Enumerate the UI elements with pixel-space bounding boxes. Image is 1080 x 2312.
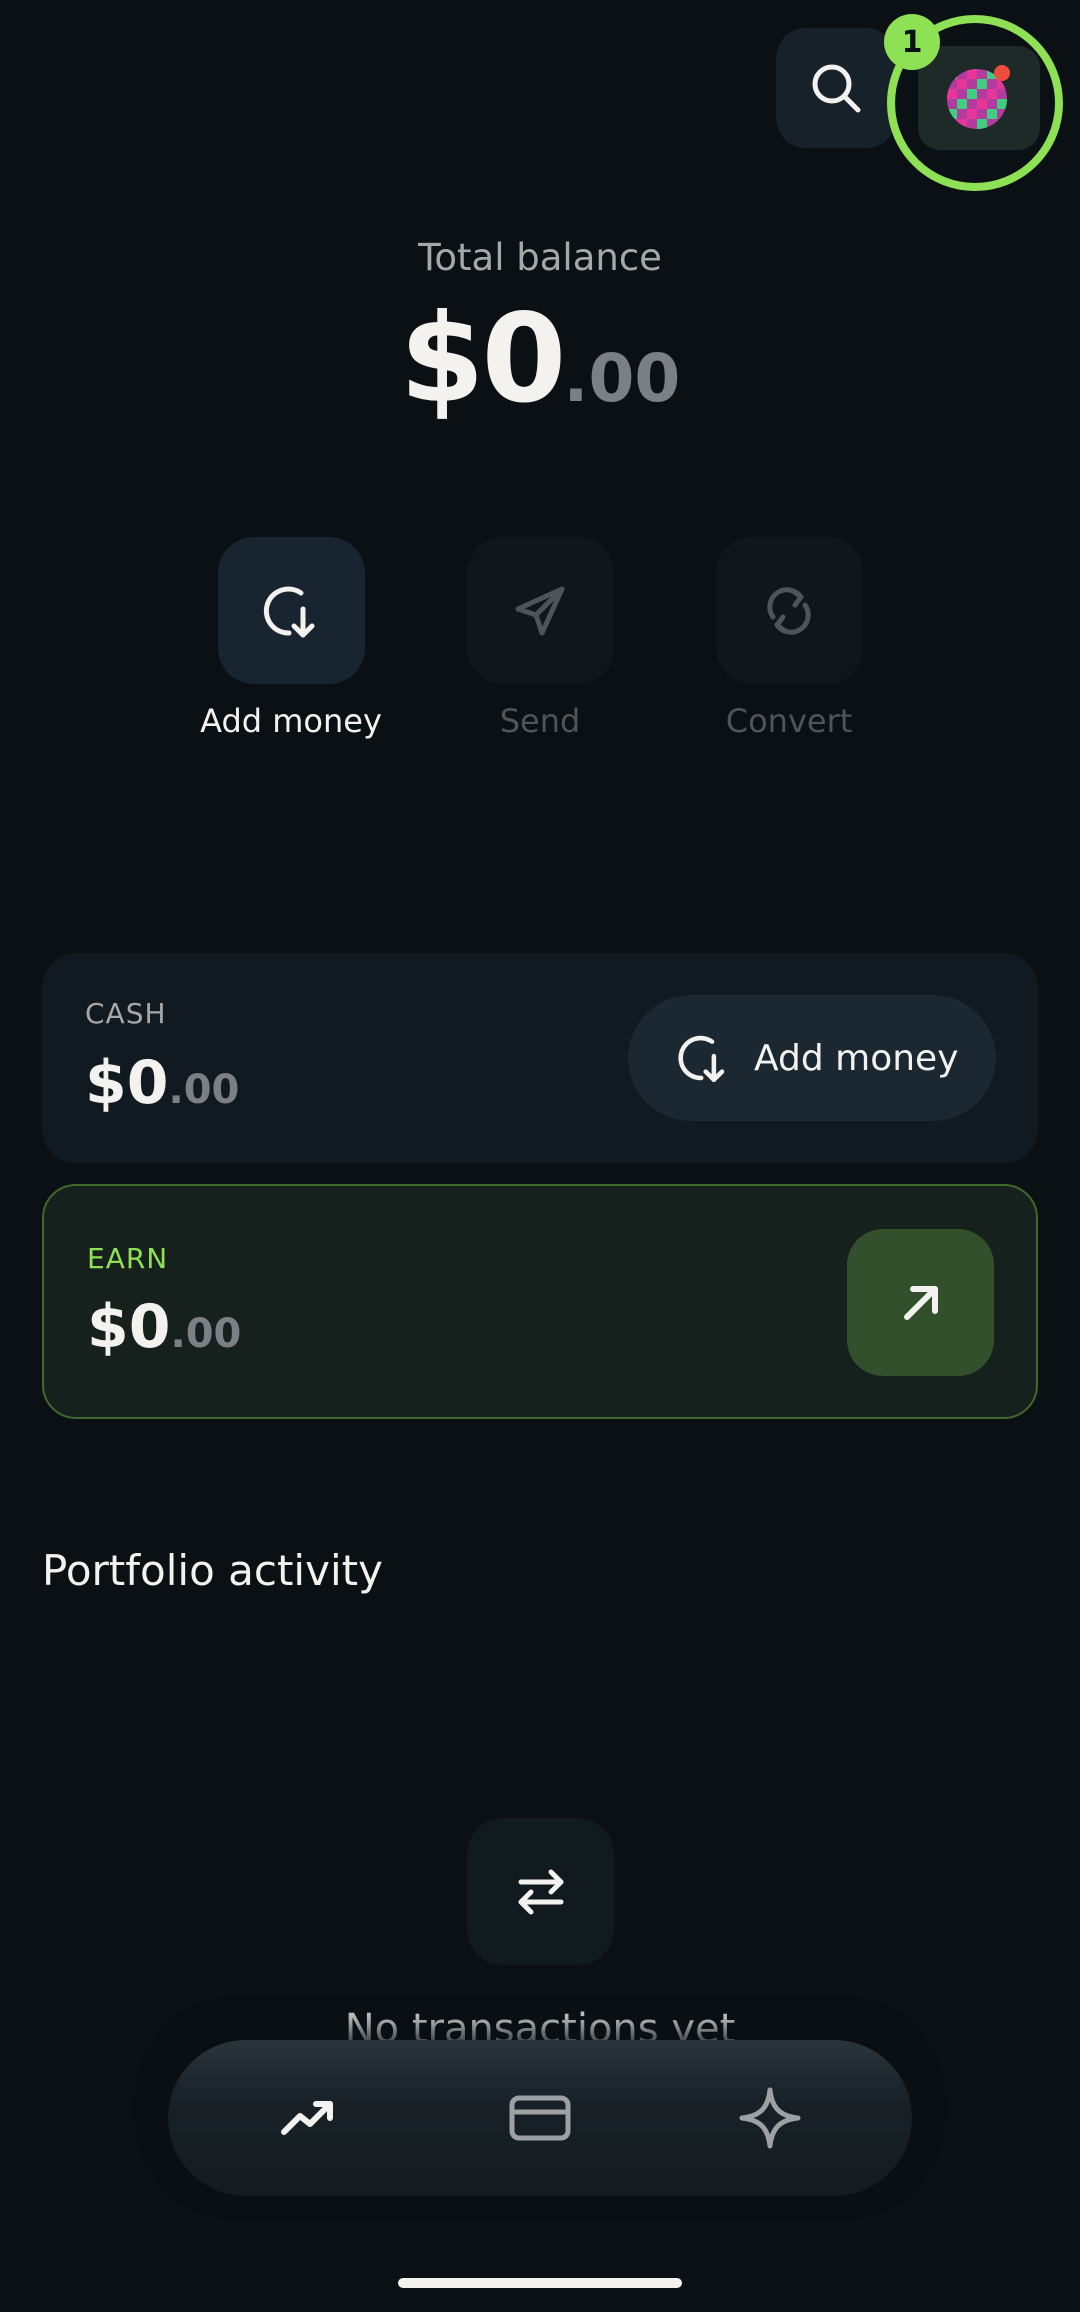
cash-add-money-button[interactable]: Add money xyxy=(628,995,996,1121)
send-action-tile[interactable] xyxy=(466,537,614,684)
earn-open-button[interactable] xyxy=(847,1229,994,1376)
notification-badge: 1 xyxy=(884,14,940,70)
trending-icon xyxy=(281,2101,333,2135)
send-action-label: Send xyxy=(499,702,581,740)
send-action[interactable]: Send xyxy=(430,537,650,740)
bottom-nav xyxy=(168,2040,912,2196)
portfolio-activity-title: Portfolio activity xyxy=(42,1546,383,1595)
earn-amount: $0.00 xyxy=(87,1292,241,1362)
empty-state-tile xyxy=(467,1818,614,1965)
earn-amount-cents: .00 xyxy=(170,1311,242,1357)
arrow-up-right-icon xyxy=(903,1285,938,1320)
cash-card[interactable]: CASH $0.00 Add money xyxy=(42,953,1038,1163)
balance-main: $0 xyxy=(399,288,567,430)
add-money-icon xyxy=(263,586,315,637)
convert-action-label: Convert xyxy=(725,702,853,740)
send-icon xyxy=(515,586,565,635)
add-money-action-label: Add money xyxy=(200,702,382,740)
balance-cents: .00 xyxy=(563,340,681,417)
cash-amount-main: $0 xyxy=(85,1048,169,1118)
search-button[interactable] xyxy=(776,28,896,148)
card-icon xyxy=(509,2095,571,2141)
convert-icon xyxy=(767,586,811,635)
total-balance-amount: $0.00 xyxy=(0,288,1080,430)
earn-label: EARN xyxy=(87,1242,169,1275)
home-indicator xyxy=(398,2278,682,2288)
earn-amount-main: $0 xyxy=(87,1292,171,1362)
add-money-icon xyxy=(678,1035,725,1083)
add-money-action-tile[interactable] xyxy=(217,537,365,684)
cash-add-money-label: Add money xyxy=(754,1037,959,1079)
cash-amount: $0.00 xyxy=(85,1048,239,1118)
nav-item-portfolio[interactable] xyxy=(268,2078,348,2158)
cash-amount-cents: .00 xyxy=(168,1067,240,1113)
convert-action[interactable]: Convert xyxy=(679,537,899,740)
nav-item-explore[interactable] xyxy=(730,2078,810,2158)
pixel-avatar-icon xyxy=(947,65,1010,129)
sparkle-icon xyxy=(739,2087,801,2149)
search-icon xyxy=(812,64,861,113)
transfer-icon xyxy=(518,1869,563,1914)
earn-card[interactable]: EARN $0.00 xyxy=(42,1184,1038,1419)
nav-item-card[interactable] xyxy=(500,2078,580,2158)
cash-label: CASH xyxy=(85,997,167,1030)
balance-label: Total balance xyxy=(418,236,662,279)
convert-action-tile[interactable] xyxy=(715,537,863,684)
profile-button[interactable] xyxy=(918,46,1040,150)
add-money-action[interactable]: Add money xyxy=(181,537,401,740)
